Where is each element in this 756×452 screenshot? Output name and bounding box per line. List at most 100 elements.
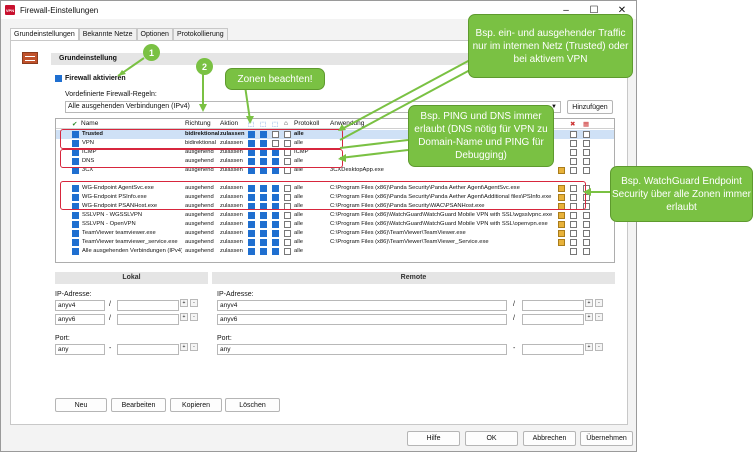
zone-checkbox[interactable] bbox=[260, 212, 267, 219]
lokal-port-field[interactable]: any bbox=[55, 344, 105, 355]
lokal-ipv6-field[interactable]: anyv6 bbox=[55, 314, 105, 325]
option-checkbox[interactable] bbox=[583, 248, 590, 255]
remote-ipv6-remove-button[interactable]: - bbox=[595, 313, 603, 321]
delete-rule-button[interactable]: Löschen bbox=[225, 398, 280, 412]
table-row[interactable]: TeamViewer teamviewer_service.exe ausgehe… bbox=[56, 238, 614, 247]
lokal-ipv4-field[interactable]: anyv4 bbox=[55, 300, 105, 311]
zone-checkbox[interactable] bbox=[272, 212, 279, 219]
option-checkbox[interactable] bbox=[583, 212, 590, 219]
rule-enabled-checkbox[interactable] bbox=[72, 230, 79, 237]
remote-ipv4-mask-field[interactable] bbox=[522, 300, 584, 311]
remote-port-to-field[interactable] bbox=[522, 344, 584, 355]
tab-grundeinstellungen[interactable]: Grundeinstellungen bbox=[10, 28, 79, 40]
remote-ipv6-mask-field[interactable] bbox=[522, 314, 584, 325]
option-checkbox[interactable] bbox=[570, 239, 577, 246]
option-checkbox[interactable] bbox=[570, 167, 577, 174]
lokal-ipv4-remove-button[interactable]: - bbox=[190, 299, 198, 307]
option-checkbox[interactable] bbox=[583, 140, 590, 147]
zone-checkbox[interactable] bbox=[284, 212, 291, 219]
zone-checkbox[interactable] bbox=[284, 167, 291, 174]
remote-ipv4-field[interactable]: anyv4 bbox=[217, 300, 507, 311]
option-checkbox[interactable] bbox=[570, 230, 577, 237]
ok-button[interactable]: OK bbox=[465, 431, 518, 446]
lokal-ipv6-mask-field[interactable] bbox=[117, 314, 179, 325]
col-protokoll[interactable]: Protokoll bbox=[294, 120, 319, 127]
zone-checkbox[interactable] bbox=[248, 239, 255, 246]
lokal-ipv6-add-button[interactable]: + bbox=[180, 313, 188, 321]
help-button[interactable]: Hilfe bbox=[407, 431, 460, 446]
option-checkbox[interactable] bbox=[570, 158, 577, 165]
table-row[interactable]: TeamViewer teamviewer.exe ausgehend zulass… bbox=[56, 229, 614, 238]
table-row[interactable]: SSLVPN - WGSSLVPN ausgehend zulassen alle C:… bbox=[56, 211, 614, 220]
table-row[interactable]: Alle ausgehenden Verbindungen (IPv4) ausg… bbox=[56, 247, 614, 256]
lokal-port-remove-button[interactable]: - bbox=[190, 343, 198, 351]
option-checkbox[interactable] bbox=[583, 158, 590, 165]
remote-port-field[interactable]: any bbox=[217, 344, 507, 355]
zone-checkbox[interactable] bbox=[272, 221, 279, 228]
copy-rule-button[interactable]: Kopieren bbox=[170, 398, 222, 412]
rule-enabled-checkbox[interactable] bbox=[72, 239, 79, 246]
option-checkbox[interactable] bbox=[583, 230, 590, 237]
zone-checkbox[interactable] bbox=[284, 230, 291, 237]
option-checkbox[interactable] bbox=[583, 131, 590, 138]
predefined-rules-value: Alle ausgehenden Verbindungen (IPv4) bbox=[68, 103, 190, 110]
zone-checkbox[interactable] bbox=[284, 221, 291, 228]
col-name[interactable]: Name bbox=[81, 120, 98, 127]
tab-protokollierung[interactable]: Protokollierung bbox=[172, 28, 228, 40]
zone-checkbox[interactable] bbox=[260, 239, 267, 246]
add-rule-button[interactable]: Hinzufügen bbox=[567, 100, 613, 114]
edit-rule-button[interactable]: Bearbeiten bbox=[111, 398, 166, 412]
remote-ipv6-add-button[interactable]: + bbox=[585, 313, 593, 321]
option-checkbox[interactable] bbox=[583, 221, 590, 228]
option-checkbox[interactable] bbox=[583, 149, 590, 156]
option-checkbox[interactable] bbox=[583, 239, 590, 246]
zone-checkbox[interactable] bbox=[248, 167, 255, 174]
zone-checkbox[interactable] bbox=[260, 167, 267, 174]
lokal-ipv6-remove-button[interactable]: - bbox=[190, 313, 198, 321]
option-checkbox[interactable] bbox=[570, 248, 577, 255]
option-checkbox[interactable] bbox=[570, 131, 577, 138]
rule-enabled-checkbox[interactable] bbox=[72, 167, 79, 174]
tab-optionen[interactable]: Optionen bbox=[136, 28, 173, 40]
zone-checkbox[interactable] bbox=[248, 221, 255, 228]
zone-checkbox[interactable] bbox=[272, 248, 279, 255]
tab-bekannte-netze[interactable]: Bekannte Netze bbox=[78, 28, 137, 40]
option-checkbox[interactable] bbox=[570, 140, 577, 147]
option-checkbox[interactable] bbox=[570, 149, 577, 156]
zone-checkbox[interactable] bbox=[272, 167, 279, 174]
zone-checkbox[interactable] bbox=[260, 248, 267, 255]
zone-checkbox[interactable] bbox=[248, 212, 255, 219]
option-checkbox[interactable] bbox=[570, 212, 577, 219]
option-checkbox[interactable] bbox=[570, 221, 577, 228]
lokal-ipv4-mask-field[interactable] bbox=[117, 300, 179, 311]
new-rule-button[interactable]: Neu bbox=[55, 398, 107, 412]
col-aktion[interactable]: Aktion bbox=[220, 120, 238, 127]
rule-enabled-checkbox[interactable] bbox=[72, 221, 79, 228]
remote-port-remove-button[interactable]: - bbox=[595, 343, 603, 351]
zone-checkbox[interactable] bbox=[248, 230, 255, 237]
zone-checkbox[interactable] bbox=[284, 239, 291, 246]
rule-enabled-checkbox[interactable] bbox=[72, 248, 79, 255]
apply-button[interactable]: Übernehmen bbox=[580, 431, 633, 446]
rule-enabled-checkbox[interactable] bbox=[72, 212, 79, 219]
cancel-button[interactable]: Abbrechen bbox=[523, 431, 576, 446]
col-anwendung[interactable]: Anwendung bbox=[330, 120, 364, 127]
option-checkbox[interactable] bbox=[583, 167, 590, 174]
checkbox-checked-icon[interactable] bbox=[55, 75, 62, 82]
zone-checkbox[interactable] bbox=[272, 239, 279, 246]
col-richtung[interactable]: Richtung bbox=[185, 120, 211, 127]
remote-ipv4-add-button[interactable]: + bbox=[585, 299, 593, 307]
remote-ipv4-remove-button[interactable]: - bbox=[595, 299, 603, 307]
lokal-port-to-field[interactable] bbox=[117, 344, 179, 355]
remote-port-add-button[interactable]: + bbox=[585, 343, 593, 351]
zone-checkbox[interactable] bbox=[272, 230, 279, 237]
zone-checkbox[interactable] bbox=[284, 248, 291, 255]
zone-checkbox[interactable] bbox=[260, 230, 267, 237]
firewall-enable-checkbox[interactable]: Firewall aktivieren bbox=[55, 75, 126, 82]
zone-checkbox[interactable] bbox=[260, 221, 267, 228]
zone-checkbox[interactable] bbox=[248, 248, 255, 255]
lokal-ipv4-add-button[interactable]: + bbox=[180, 299, 188, 307]
remote-ipv6-field[interactable]: anyv6 bbox=[217, 314, 507, 325]
lokal-port-add-button[interactable]: + bbox=[180, 343, 188, 351]
table-row[interactable]: SSLVPN - OpenVPN ausgehend zulassen alle C:\… bbox=[56, 220, 614, 229]
